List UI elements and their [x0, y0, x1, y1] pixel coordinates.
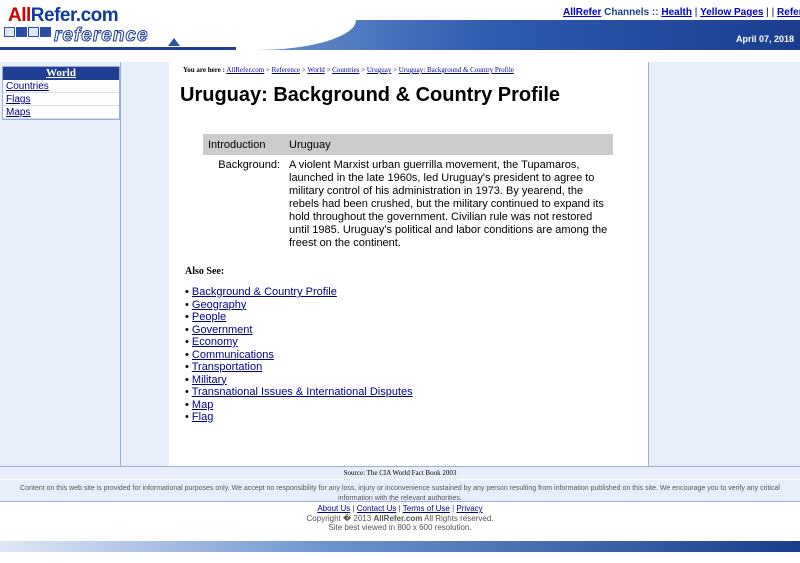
also-see-list: Background & Country Profile Geography P… — [185, 286, 413, 424]
copyright-prefix: Copyright � 2013 — [306, 513, 372, 523]
link-transnational-issues[interactable]: Transnational Issues & International Dis… — [192, 386, 413, 398]
link-map[interactable]: Map — [192, 399, 213, 411]
channel-health-link[interactable]: Health — [661, 7, 692, 18]
table-header-country: Uruguay — [289, 138, 331, 151]
footer-disclaimer: Content on this web site is provided for… — [0, 480, 800, 502]
footer-separator: | — [352, 504, 355, 513]
list-item: Background & Country Profile — [185, 286, 413, 299]
page-title: Uruguay: Background & Country Profile — [180, 84, 561, 106]
sidebar-item-maps[interactable]: Maps — [3, 106, 119, 119]
link-geography[interactable]: Geography — [192, 299, 246, 311]
link-background-profile[interactable]: Background & Country Profile — [192, 286, 337, 298]
logo-squares-icon — [4, 27, 51, 37]
footer-contact-link[interactable]: Contact Us — [357, 504, 397, 513]
logo-reference-text: reference — [54, 25, 149, 47]
list-item: Transportation — [185, 361, 413, 374]
breadcrumb-separator: > — [326, 66, 331, 74]
breadcrumb-world[interactable]: World — [307, 66, 324, 74]
footer-terms-link[interactable]: Terms of Use — [403, 504, 450, 513]
sidebar-box: World Countries Flags Maps — [2, 66, 120, 120]
footer-nav: About Us | Contact Us | Terms of Use | P… — [0, 504, 800, 514]
breadcrumb-reference[interactable]: Reference — [272, 66, 300, 74]
logo-triangle-icon — [168, 38, 180, 46]
profile-table-header: Introduction Uruguay — [203, 134, 613, 155]
channels-separator: | | — [766, 7, 775, 18]
link-flag[interactable]: Flag — [192, 411, 213, 423]
footer-copyright: Copyright � 2013 AllRefer.com All Rights… — [0, 514, 800, 524]
breadcrumb-separator: > — [361, 66, 366, 74]
list-item: Government — [185, 324, 413, 337]
main-content: You are here : AllRefer.com > Reference … — [169, 62, 648, 466]
list-item: Transnational Issues & International Dis… — [185, 386, 413, 399]
background-label: Background: — [218, 159, 280, 171]
breadcrumb-separator: > — [265, 66, 270, 74]
sidebar-item-flags[interactable]: Flags — [3, 93, 119, 106]
copyright-suffix: All Rights reserved. — [424, 513, 494, 523]
channels-separator: | — [694, 7, 698, 18]
logo-all: All — [8, 5, 31, 26]
channel-yellow-pages-link[interactable]: Yellow Pages — [700, 7, 763, 18]
header-date: April 07, 2018 — [735, 34, 794, 44]
logo-underline — [0, 47, 236, 50]
table-header-label: Introduction — [208, 138, 266, 151]
footer-banner — [0, 541, 800, 552]
link-military[interactable]: Military — [192, 374, 227, 386]
left-gutter — [121, 62, 169, 466]
footer-best-viewed: Site best viewed in 800 x 600 resolution… — [328, 523, 472, 532]
list-item: Flag — [185, 411, 413, 424]
sidebar-title-world[interactable]: World — [3, 67, 119, 80]
footer-privacy-link[interactable]: Privacy — [456, 504, 482, 513]
profile-table-row: Background: A violent Marxist urban guer… — [203, 159, 613, 250]
list-item: People — [185, 311, 413, 324]
footer-links: About Us | Contact Us | Terms of Use | P… — [0, 504, 800, 533]
channels-nav: AllRefer Channels :: Health | Yellow Pag… — [563, 7, 800, 18]
link-people[interactable]: People — [192, 311, 226, 323]
breadcrumb-separator: > — [393, 66, 398, 74]
breadcrumb-separator: > — [301, 66, 306, 74]
footer-source: Source: The CIA World Fact Book 2003 — [0, 466, 800, 479]
sidebar-item-countries[interactable]: Countries — [3, 80, 119, 93]
list-item: Military — [185, 374, 413, 387]
copyright-brand: AllRefer.com — [373, 513, 423, 523]
list-item: Map — [185, 399, 413, 412]
logo-wordmark: AllRefer.com — [8, 5, 119, 27]
sidebar: World Countries Flags Maps — [0, 62, 121, 466]
breadcrumb-allrefer[interactable]: AllRefer.com — [226, 66, 264, 74]
allrefer-logo[interactable]: AllRefer.com reference — [0, 0, 236, 50]
profile-table: Introduction Uruguay Background: A viole… — [203, 134, 613, 250]
channels-label: Channels :: — [604, 7, 659, 18]
breadcrumb: You are here : AllRefer.com > Reference … — [183, 66, 514, 74]
footer-separator: | — [452, 504, 455, 513]
breadcrumb-current-page[interactable]: Uruguay: Background & Country Profile — [399, 66, 514, 74]
background-text: A violent Marxist urban guerrilla moveme… — [289, 159, 608, 249]
also-see-heading: Also See: — [185, 266, 225, 277]
list-item: Economy — [185, 336, 413, 349]
channels-brand-link[interactable]: AllRefer — [563, 7, 601, 18]
link-economy[interactable]: Economy — [192, 336, 238, 348]
footer-about-link[interactable]: About Us — [317, 504, 350, 513]
breadcrumb-prefix: You are here : — [183, 66, 225, 74]
list-item: Communications — [185, 349, 413, 362]
breadcrumb-countries[interactable]: Countries — [332, 66, 359, 74]
link-transportation[interactable]: Transportation — [192, 361, 263, 373]
right-column — [648, 62, 800, 466]
footer-separator: | — [398, 504, 401, 513]
logo-refer: Refer.com — [30, 5, 119, 26]
channel-reference-link[interactable]: Reference — [777, 7, 800, 18]
list-item: Geography — [185, 299, 413, 312]
link-government[interactable]: Government — [192, 324, 253, 336]
link-communications[interactable]: Communications — [192, 349, 274, 361]
breadcrumb-uruguay[interactable]: Uruguay — [367, 66, 392, 74]
